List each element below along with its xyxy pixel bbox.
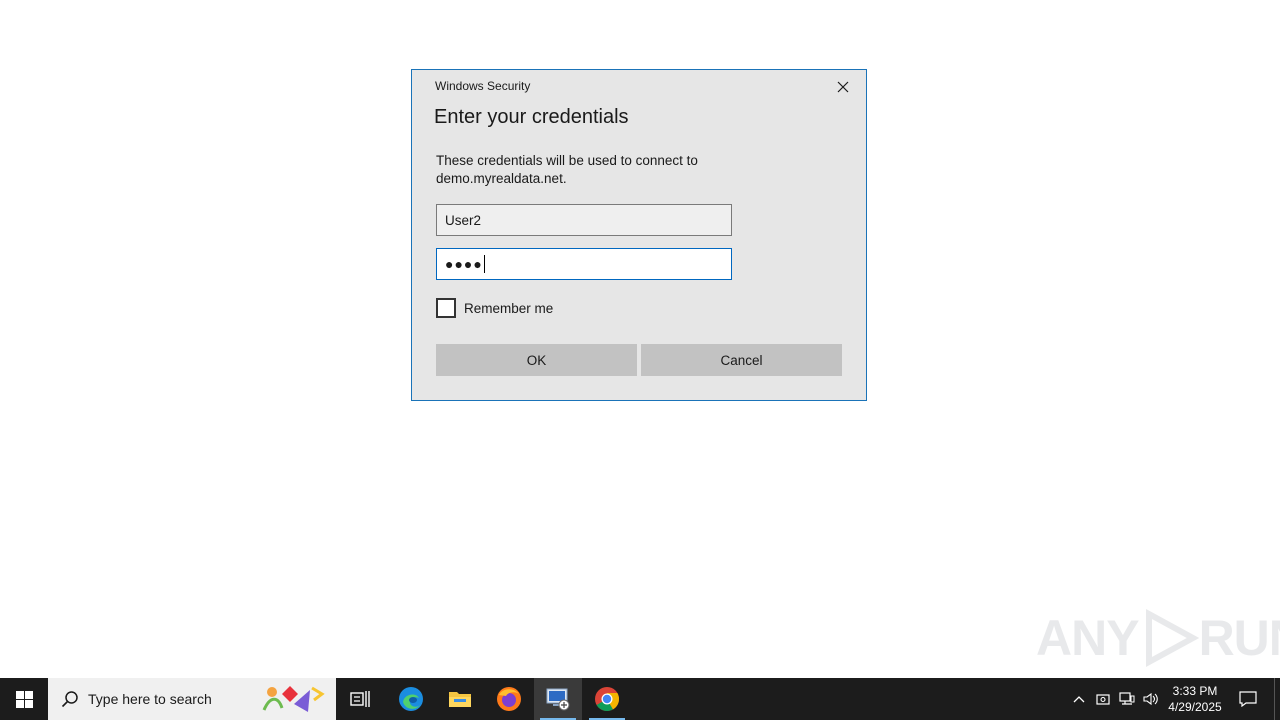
dialog-message: These credentials will be used to connec… xyxy=(436,153,698,186)
close-button[interactable] xyxy=(828,76,858,98)
dialog-title: Windows Security xyxy=(435,79,531,93)
show-desktop-button[interactable] xyxy=(1274,678,1280,720)
password-masked-value: ●●●● xyxy=(445,256,483,272)
remote-desktop-icon xyxy=(546,688,570,711)
play-triangle-icon xyxy=(1145,608,1199,668)
windows-logo-icon xyxy=(15,690,33,708)
clock-time: 3:33 PM xyxy=(1172,684,1218,698)
action-center-button[interactable] xyxy=(1234,678,1262,720)
taskbar-search-box[interactable]: Type here to search xyxy=(48,678,336,720)
speaker-icon xyxy=(1143,692,1158,706)
tray-volume[interactable] xyxy=(1139,678,1163,720)
edge-icon xyxy=(399,687,423,711)
username-value: User2 xyxy=(445,212,482,228)
taskbar-firefox[interactable] xyxy=(485,678,533,720)
taskbar-remote-desktop[interactable] xyxy=(534,678,582,720)
notification-icon xyxy=(1239,691,1257,707)
taskbar: Type here to search 3:33 PM 4/29/2025 xyxy=(0,678,1280,720)
taskbar-clock[interactable]: 3:33 PM 4/29/2025 xyxy=(1162,678,1228,720)
task-view-button[interactable] xyxy=(336,678,384,720)
dialog-heading: Enter your credentials xyxy=(434,106,629,128)
taskbar-chrome[interactable] xyxy=(583,678,631,720)
video-camera-icon xyxy=(1096,694,1110,705)
ok-button[interactable]: OK xyxy=(436,344,637,376)
watermark-text-left: ANY xyxy=(1036,610,1140,666)
remember-me-checkbox[interactable]: Remember me xyxy=(436,298,553,318)
task-view-icon xyxy=(350,691,370,707)
start-button[interactable] xyxy=(0,678,48,720)
tray-overflow-button[interactable] xyxy=(1067,678,1091,720)
search-icon xyxy=(60,689,80,709)
taskbar-edge[interactable] xyxy=(387,678,435,720)
cancel-button[interactable]: Cancel xyxy=(641,344,842,376)
password-field[interactable]: ●●●● xyxy=(436,248,732,280)
watermark-logo: ANY RUN xyxy=(1036,608,1280,668)
tray-meet-now[interactable] xyxy=(1091,678,1115,720)
search-highlight-illustration-icon xyxy=(262,686,325,712)
firefox-icon xyxy=(497,687,521,711)
search-placeholder: Type here to search xyxy=(88,691,212,707)
clock-date: 4/29/2025 xyxy=(1168,700,1222,714)
chevron-up-icon xyxy=(1073,696,1085,703)
watermark-text-right: RUN xyxy=(1198,610,1280,666)
credentials-dialog: Windows Security Enter your credentials … xyxy=(411,69,867,401)
close-icon xyxy=(837,81,849,93)
tray-network[interactable] xyxy=(1115,678,1139,720)
checkbox-box[interactable] xyxy=(436,298,456,318)
network-icon xyxy=(1119,692,1135,705)
remember-me-label: Remember me xyxy=(464,300,554,316)
username-field[interactable]: User2 xyxy=(436,204,732,236)
folder-icon xyxy=(449,692,471,707)
text-caret xyxy=(483,255,485,273)
chrome-icon xyxy=(595,687,620,712)
taskbar-file-explorer[interactable] xyxy=(436,678,484,720)
desktop: Windows Security Enter your credentials … xyxy=(0,0,1280,678)
